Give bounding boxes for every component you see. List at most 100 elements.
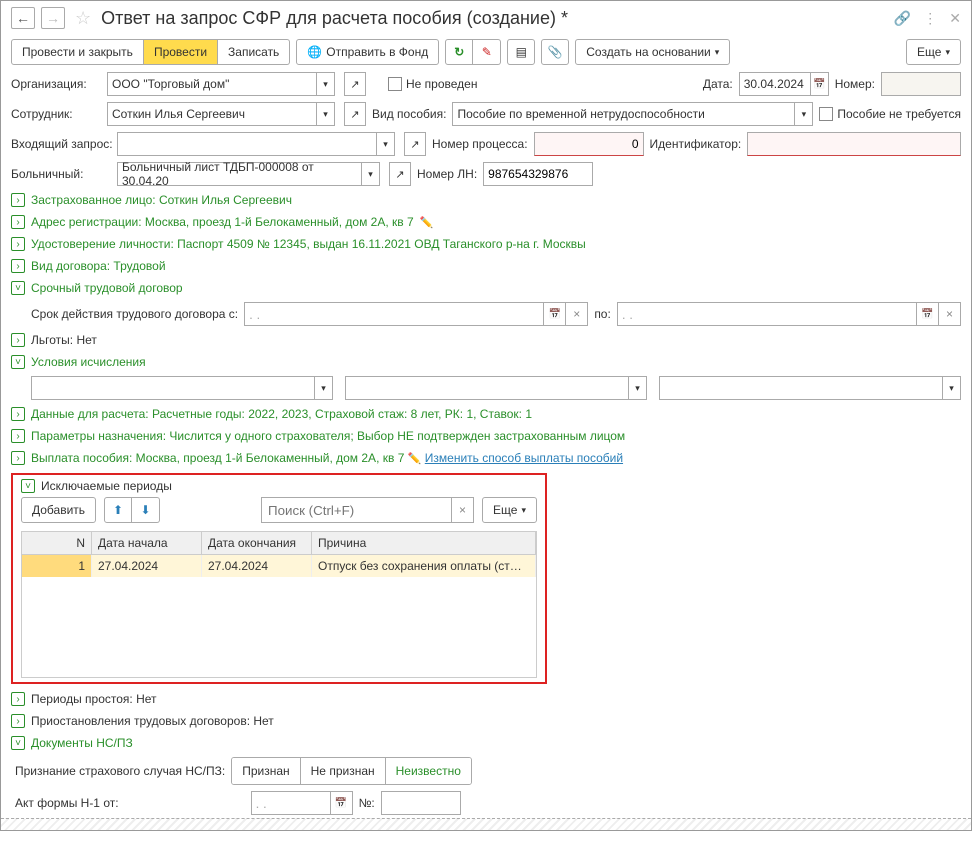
- date-field[interactable]: 30.04.2024: [739, 72, 811, 96]
- act-number-label: №:: [359, 796, 375, 810]
- create-based-on-button[interactable]: Создать на основании: [575, 39, 730, 65]
- insured-person-section[interactable]: Застрахованное лицо: Соткин Илья Сергеев…: [31, 193, 292, 207]
- move-up-button[interactable]: ⬆: [104, 497, 132, 523]
- payment-section[interactable]: Выплата пособия: Москва, проезд 1-й Бело…: [31, 451, 623, 465]
- act-date-field[interactable]: [251, 791, 331, 815]
- sick-list-dropdown-icon[interactable]: ▾: [362, 162, 380, 186]
- ln-number-field[interactable]: [483, 162, 593, 186]
- clear-search-button[interactable]: ×: [452, 497, 474, 523]
- collapse-icon[interactable]: ˅: [11, 355, 25, 369]
- post-and-close-button[interactable]: Провести и закрыть: [11, 39, 144, 65]
- expand-icon[interactable]: ›: [11, 193, 25, 207]
- more-button[interactable]: Еще: [906, 39, 961, 65]
- search-input[interactable]: [261, 497, 452, 523]
- process-number-field[interactable]: [534, 132, 644, 156]
- col-reason-header[interactable]: Причина: [312, 532, 536, 555]
- unknown-toggle[interactable]: Неизвестно: [386, 758, 471, 784]
- incoming-request-open-button[interactable]: ↗: [404, 132, 426, 156]
- condition-3-field[interactable]: [659, 376, 943, 400]
- add-button[interactable]: Добавить: [21, 497, 96, 523]
- nav-forward-button[interactable]: →: [41, 7, 65, 29]
- link-icon[interactable]: 🔗: [894, 10, 911, 27]
- expand-icon[interactable]: ›: [11, 333, 25, 347]
- expand-icon[interactable]: ›: [11, 237, 25, 251]
- organization-dropdown-icon[interactable]: ▾: [317, 72, 335, 96]
- favorite-star-icon[interactable]: ☆: [75, 8, 91, 29]
- refresh-button[interactable]: ↻: [445, 39, 473, 65]
- incoming-request-field[interactable]: [117, 132, 377, 156]
- calendar-icon[interactable]: [544, 302, 566, 326]
- col-end-header[interactable]: Дата окончания: [202, 532, 312, 555]
- collapse-icon[interactable]: ˅: [11, 736, 25, 750]
- act-number-field[interactable]: [381, 791, 461, 815]
- organization-open-button[interactable]: ↗: [344, 72, 366, 96]
- move-down-button[interactable]: ⬇: [132, 497, 160, 523]
- calculation-data-section[interactable]: Данные для расчета: Расчетные годы: 2022…: [31, 407, 532, 421]
- employee-open-button[interactable]: ↗: [344, 102, 366, 126]
- calendar-icon[interactable]: [917, 302, 939, 326]
- magic-wand-button[interactable]: ✎: [473, 39, 501, 65]
- date-calendar-icon[interactable]: [811, 72, 829, 96]
- pencil-icon[interactable]: [408, 451, 422, 465]
- incoming-request-dropdown-icon[interactable]: ▾: [377, 132, 395, 156]
- clear-date-button[interactable]: ×: [566, 302, 588, 326]
- number-field[interactable]: [881, 72, 961, 96]
- not-recognized-toggle[interactable]: Не признан: [301, 758, 386, 784]
- torn-edge-decoration: [1, 818, 971, 830]
- idle-periods-section[interactable]: Периоды простоя: Нет: [31, 692, 157, 706]
- contract-from-date-field[interactable]: [244, 302, 544, 326]
- table-row[interactable]: 1 27.04.2024 27.04.2024 Отпуск без сохра…: [22, 555, 536, 577]
- change-payment-method-link[interactable]: Изменить способ выплаты пособий: [425, 451, 623, 465]
- excluded-periods-section[interactable]: Исключаемые периоды: [41, 479, 172, 493]
- registration-address-section[interactable]: Адрес регистрации: Москва, проезд 1-й Бе…: [31, 215, 414, 229]
- sick-list-field[interactable]: Больничный лист ТДБП-000008 от 30.04.20: [117, 162, 362, 186]
- ns-documents-section[interactable]: Документы НС/ПЗ: [31, 736, 133, 750]
- collapse-icon[interactable]: ˅: [11, 281, 25, 295]
- table-more-button[interactable]: Еще: [482, 497, 537, 523]
- identifier-field[interactable]: [747, 132, 961, 156]
- clear-date-button[interactable]: ×: [939, 302, 961, 326]
- collapse-icon[interactable]: ˅: [21, 479, 35, 493]
- nav-back-button[interactable]: ←: [11, 7, 35, 29]
- benefits-section[interactable]: Льготы: Нет: [31, 333, 97, 347]
- benefit-not-needed-checkbox[interactable]: [819, 107, 833, 121]
- condition-1-field[interactable]: [31, 376, 315, 400]
- col-n-header[interactable]: N: [22, 532, 92, 555]
- suspensions-section[interactable]: Приостановления трудовых договоров: Нет: [31, 714, 274, 728]
- attach-button[interactable]: 📎: [541, 39, 569, 65]
- expand-icon[interactable]: ›: [11, 692, 25, 706]
- organization-field[interactable]: ООО "Торговый дом": [107, 72, 317, 96]
- pencil-icon[interactable]: [420, 215, 434, 229]
- condition-2-field[interactable]: [345, 376, 629, 400]
- close-icon[interactable]: ✕: [949, 10, 961, 27]
- expand-icon[interactable]: ›: [11, 429, 25, 443]
- contract-term-from-label: Срок действия трудового договора с:: [31, 307, 238, 321]
- col-start-header[interactable]: Дата начала: [92, 532, 202, 555]
- expand-icon[interactable]: ›: [11, 215, 25, 229]
- employee-field[interactable]: Соткин Илья Сергеевич: [107, 102, 317, 126]
- sick-list-open-button[interactable]: ↗: [389, 162, 411, 186]
- contract-to-date-field[interactable]: [617, 302, 917, 326]
- expand-icon[interactable]: ›: [11, 259, 25, 273]
- chevron-down-icon[interactable]: ▾: [943, 376, 961, 400]
- employee-dropdown-icon[interactable]: ▾: [317, 102, 335, 126]
- expand-icon[interactable]: ›: [11, 407, 25, 421]
- send-to-fund-button[interactable]: Отправить в Фонд: [296, 39, 439, 65]
- chevron-down-icon[interactable]: ▾: [629, 376, 647, 400]
- contract-type-section[interactable]: Вид договора: Трудовой: [31, 259, 166, 273]
- assignment-params-section[interactable]: Параметры назначения: Числится у одного …: [31, 429, 625, 443]
- benefit-type-field[interactable]: Пособие по временной нетрудоспособности: [452, 102, 795, 126]
- chevron-down-icon[interactable]: ▾: [315, 376, 333, 400]
- document-icon-button[interactable]: ▤: [507, 39, 535, 65]
- write-button[interactable]: Записать: [218, 39, 290, 65]
- expand-icon[interactable]: ›: [11, 714, 25, 728]
- fixed-term-contract-section[interactable]: Срочный трудовой договор: [31, 281, 183, 295]
- benefit-type-dropdown-icon[interactable]: ▾: [795, 102, 813, 126]
- kebab-menu-icon[interactable]: ⋮: [923, 10, 937, 27]
- recognized-toggle[interactable]: Признан: [232, 758, 300, 784]
- calendar-icon[interactable]: [331, 791, 353, 815]
- calculation-conditions-section[interactable]: Условия исчисления: [31, 355, 146, 369]
- post-button[interactable]: Провести: [144, 39, 218, 65]
- identity-document-section[interactable]: Удостоверение личности: Паспорт 4509 № 1…: [31, 237, 586, 251]
- expand-icon[interactable]: ›: [11, 451, 25, 465]
